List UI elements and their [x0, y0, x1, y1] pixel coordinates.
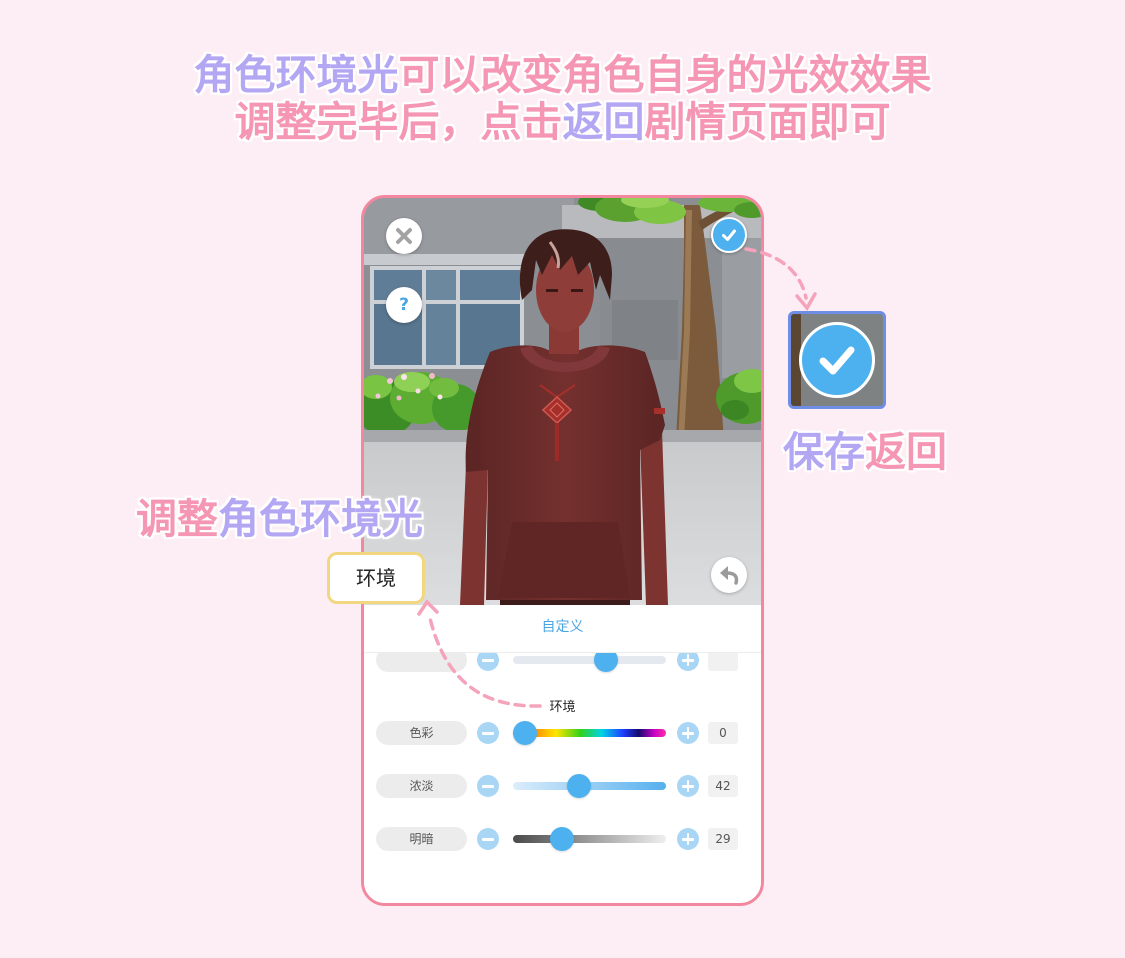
minus-icon	[482, 727, 494, 739]
title-line-1: 角色环境光可以改变角色自身的光效效果	[0, 51, 1125, 99]
game-scene: ?	[364, 198, 761, 605]
minus-icon	[482, 654, 494, 666]
brightness-value: 29	[708, 828, 738, 850]
close-icon	[396, 228, 412, 244]
save-button-zoom	[788, 311, 886, 409]
hue-slider-knob[interactable]	[513, 721, 537, 745]
adjust-caption-a: 调整	[136, 495, 218, 543]
close-button[interactable]	[386, 218, 422, 254]
plus-icon	[682, 780, 694, 792]
title-line-1-rest: 可以改变角色自身的光效效果	[398, 51, 932, 99]
saturation-increase-button[interactable]	[677, 775, 699, 797]
tutorial-canvas: 角色环境光可以改变角色自身的光效效果 调整完毕后，点击返回剧情页面即可 ? 自定…	[0, 0, 1125, 958]
plus-icon	[682, 654, 694, 666]
help-icon: ?	[399, 294, 409, 315]
undo-icon	[720, 566, 739, 585]
brightness-decrease-button[interactable]	[477, 828, 499, 850]
zoom-confirm-button	[799, 322, 875, 398]
slider-track[interactable]	[513, 653, 666, 672]
slider-row-hue: 色彩 0	[364, 721, 761, 745]
scrolled-list-edge	[364, 653, 761, 675]
help-button[interactable]: ?	[386, 287, 422, 323]
section-label-environment: 环境	[549, 700, 576, 715]
hue-increase-button[interactable]	[677, 722, 699, 744]
undo-button[interactable]	[711, 557, 747, 593]
adjust-caption-b: 角色环境光	[218, 495, 423, 543]
slider-value-box	[708, 653, 738, 671]
plus-icon	[682, 727, 694, 739]
save-caption-a: 保存	[783, 428, 865, 476]
check-icon	[722, 229, 736, 241]
minus-icon	[482, 833, 494, 845]
slider-label-pill	[376, 653, 467, 672]
scene-illustration	[364, 198, 761, 605]
saturation-decrease-button[interactable]	[477, 775, 499, 797]
hue-slider-track[interactable]	[513, 721, 666, 745]
save-caption-b: 返回	[865, 428, 947, 476]
brightness-slider-track[interactable]	[513, 827, 666, 851]
title-line-2-end: 剧情页面即可	[644, 98, 891, 146]
increase-button[interactable]	[677, 653, 699, 671]
plus-icon	[682, 833, 694, 845]
hue-value: 0	[708, 722, 738, 744]
confirm-button[interactable]	[711, 217, 747, 253]
check-icon	[819, 346, 855, 375]
slider-label-hue: 色彩	[376, 721, 467, 745]
minus-icon	[482, 780, 494, 792]
slider-row-brightness: 明暗 29	[364, 827, 761, 851]
phone-screen: ? 自定义 环境 色彩 0 浓淡 42 明暗 29	[361, 195, 764, 906]
customize-panel: 自定义 环境 色彩 0 浓淡 42 明暗 29	[364, 605, 761, 903]
slider-label-brightness: 明暗	[376, 827, 467, 851]
title-line-1-highlight: 角色环境光	[193, 51, 399, 99]
saturation-value: 42	[708, 775, 738, 797]
save-return-caption: 保存返回	[783, 428, 947, 476]
brightness-slider-knob[interactable]	[550, 827, 575, 851]
saturation-slider-knob[interactable]	[567, 774, 592, 798]
saturation-slider-track[interactable]	[513, 774, 666, 798]
slider-knob[interactable]	[594, 653, 619, 672]
brightness-increase-button[interactable]	[677, 828, 699, 850]
panel-title: 自定义	[541, 619, 584, 635]
decrease-button[interactable]	[477, 653, 499, 671]
slider-row-saturation: 浓淡 42	[364, 774, 761, 798]
hue-decrease-button[interactable]	[477, 722, 499, 744]
slider-label-saturation: 浓淡	[376, 774, 467, 798]
environment-callout-box: 环境	[327, 552, 425, 604]
title-line-2-start: 调整完毕后，点击	[234, 98, 563, 146]
slider-row-clipped	[364, 653, 761, 672]
adjust-caption: 调整角色环境光	[136, 495, 423, 543]
title-line-2-highlight: 返回	[562, 98, 645, 146]
title-line-2: 调整完毕后，点击返回剧情页面即可	[0, 98, 1125, 146]
